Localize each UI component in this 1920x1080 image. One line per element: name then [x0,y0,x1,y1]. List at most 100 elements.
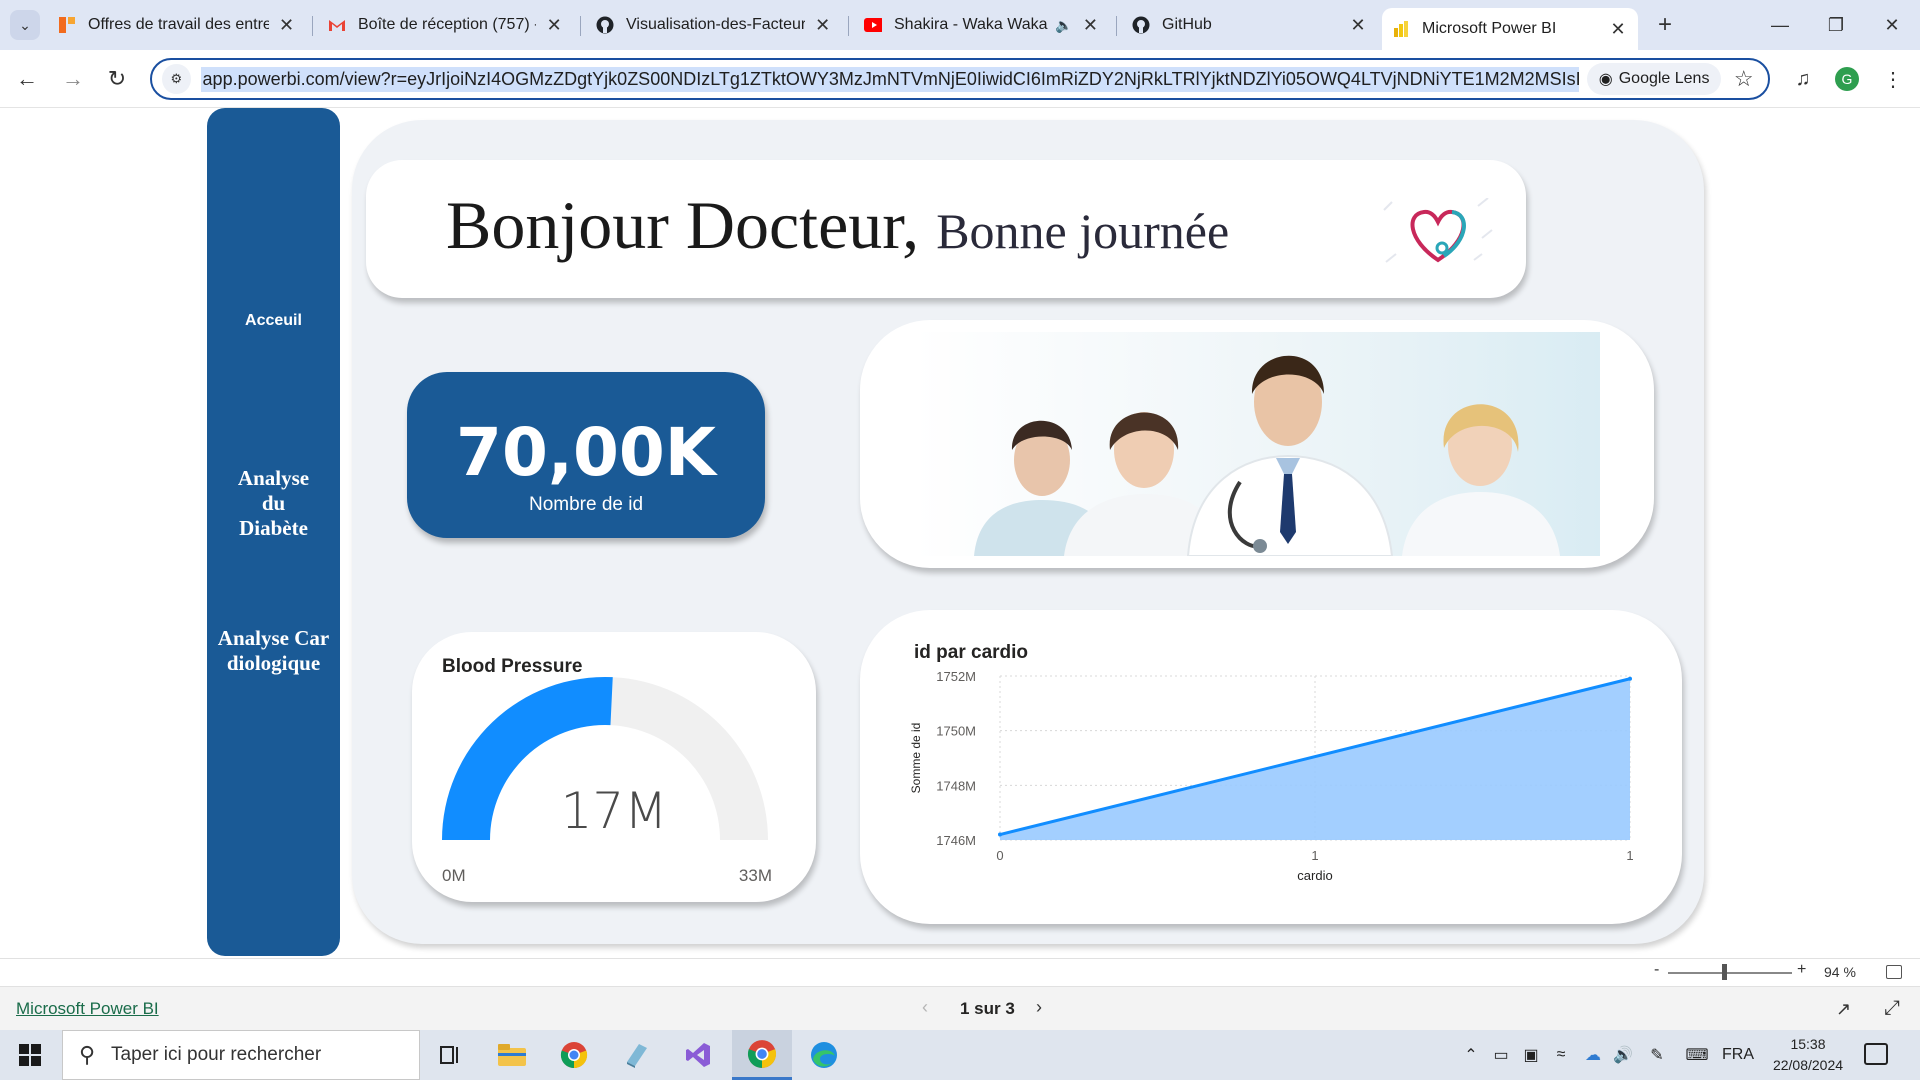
chrome-icon [747,1039,777,1068]
chrome-icon [560,1042,588,1069]
blood-pressure-gauge-card[interactable]: Blood Pressure 17M 0M 33M [412,632,816,902]
profile-button[interactable]: G [1832,64,1862,94]
data-point [1628,676,1632,681]
windows-logo-icon [19,1044,41,1066]
arrow-left-icon: ← [16,66,38,91]
fullscreen-icon[interactable]: ⤢ [1884,997,1900,1020]
bookmark-star-icon[interactable]: ☆ [1729,66,1758,92]
area-chart: 1752M 1750M 1748M 1746M 0 1 1 cardio Somme de id [909,669,1634,883]
close-icon[interactable]: ✕ [1608,19,1628,40]
forward-button[interactable]: → [58,64,88,94]
avatar: G [1835,67,1859,91]
visual-studio-button[interactable] [668,1030,728,1080]
nav-diabetes-button[interactable]: Analyse du Diabète [207,466,340,541]
file-explorer-button[interactable] [482,1030,542,1080]
task-view-button[interactable] [420,1030,480,1080]
volume-icon[interactable]: 🔊 [1610,1030,1636,1080]
minimize-button[interactable]: — [1752,0,1808,50]
chevron-up-icon[interactable]: ⌃ [1460,1030,1482,1080]
report-viewport: Acceuil Analyse du Diabète Analyse Cardi… [0,108,1920,958]
kpi-card[interactable]: 70,00K Nombre de id [407,372,765,538]
y-tick-label: 1746M [936,833,976,848]
url-text[interactable]: app.powerbi.com/view?r=eyJrIjoiNzI4OGMzZ… [200,66,1579,92]
battery-icon[interactable]: ▭ [1488,1030,1514,1080]
notification-icon[interactable] [1864,1043,1888,1065]
close-icon[interactable]: ✕ [813,15,832,36]
browser-tab[interactable]: Visualisation-des-Facteurs- ✕ [586,8,842,42]
close-icon[interactable]: ✕ [1081,15,1100,36]
language-indicator[interactable]: FRA [1718,1030,1758,1080]
close-icon[interactable]: ✕ [1348,15,1368,36]
fit-to-page-icon[interactable] [1886,965,1902,979]
tab-title: Shakira - Waka Waka ( [894,16,1052,33]
tab-separator [1116,16,1117,36]
gauge-value: 17M [560,782,668,840]
media-control-icon[interactable]: ♫ [1788,64,1818,94]
wifi-icon[interactable]: ≈ [1548,1030,1574,1080]
app-button[interactable] [606,1030,666,1080]
tab-title: Visualisation-des-Facteurs- [626,16,806,33]
clock-time: 15:38 [1790,1036,1826,1052]
visual-studio-icon [686,1043,710,1067]
zoom-out-button[interactable]: - [1654,961,1659,979]
taskbar-search-placeholder: Taper ici pour rechercher [111,1044,322,1065]
menu-kebab-icon[interactable]: ⋮ [1878,64,1908,94]
github-icon [1132,16,1150,34]
back-button[interactable]: ← [12,64,42,94]
chevron-left-icon[interactable]: ‹ [922,997,928,1018]
pen-icon[interactable]: ✎ [1642,1030,1672,1080]
tab-title: Offres de travail des entrep [88,16,270,33]
tab-search-button[interactable]: ⌄ [10,10,40,40]
chrome-button[interactable] [544,1030,604,1080]
task-view-icon [440,1046,458,1064]
arrow-right-icon: → [62,66,84,91]
camera-icon[interactable]: ▣ [1518,1030,1544,1080]
tune-icon: ⚙ [170,71,183,86]
chevron-down-icon: ⌄ [19,16,31,33]
new-tab-button[interactable]: + [1650,10,1680,40]
lens-label: Google Lens [1618,70,1710,87]
edge-icon [811,1042,837,1068]
speaker-icon[interactable]: 🔈 [1055,17,1072,34]
onedrive-icon[interactable]: ☁ [1578,1030,1608,1080]
edge-button[interactable] [794,1030,854,1080]
reload-icon: ↻ [107,66,127,91]
browser-tab[interactable]: Shakira - Waka Waka ( 🔈 ✕ [854,8,1110,42]
browser-tab[interactable]: Boîte de réception (757) - ✕ [318,8,574,42]
close-icon[interactable]: ✕ [277,15,296,36]
cardio-chart-card[interactable]: id par cardio 1752M 1750M 1748M 1746M 0 1 1 car… [860,610,1682,924]
y-tick-label: 1752M [936,669,976,684]
chevron-right-icon[interactable]: › [1036,997,1042,1018]
share-icon[interactable]: ↗ [1836,999,1851,1020]
x-axis-label: cardio [1297,868,1332,883]
browser-tab-bar: ⌄ Offres de travail des entrep ✕ Boîte d… [0,0,1920,50]
taskbar-search[interactable]: ⚲ Taper ici pour rechercher [62,1030,420,1080]
nav-home-button[interactable]: Acceuil [207,312,340,330]
taskbar-clock[interactable]: 15:38 22/08/2024 [1762,1034,1854,1076]
window-close-button[interactable]: ✕ [1864,0,1920,50]
google-lens-button[interactable]: ◉ Google Lens [1586,63,1722,95]
zoom-slider-track[interactable] [1668,972,1792,974]
browser-tab-active[interactable]: Microsoft Power BI ✕ [1382,8,1638,50]
zoom-slider-thumb[interactable] [1722,964,1727,980]
youtube-icon [864,16,882,34]
chrome-profile-button[interactable] [732,1030,792,1080]
zoom-in-button[interactable]: + [1797,961,1806,979]
report-footer: Microsoft Power BI ‹ 1 sur 3 › ↗ ⤢ [0,986,1920,1030]
close-icon[interactable]: ✕ [544,15,564,36]
tab-title: Boîte de réception (757) - [358,16,537,33]
windows-start-button[interactable] [0,1030,60,1080]
greeting-sub: Bonne journée [936,203,1230,259]
address-bar[interactable]: ⚙ app.powerbi.com/view?r=eyJrIjoiNzI4OGM… [150,58,1770,100]
zoom-level: 94 % [1824,964,1856,980]
browser-tab[interactable]: GitHub ✕ [1122,8,1378,42]
reload-button[interactable]: ↻ [102,64,132,94]
site-info-button[interactable]: ⚙ [162,64,191,94]
gmail-icon [328,16,346,34]
keyboard-icon[interactable]: ⌨ [1680,1030,1714,1080]
restore-button[interactable]: ❐ [1808,0,1864,50]
browser-tab[interactable]: Offres de travail des entrep ✕ [48,8,306,42]
nav-cardio-button[interactable]: Analyse Cardiologique [207,626,340,676]
report-nav-sidebar: Acceuil Analyse du Diabète Analyse Cardi… [207,108,340,956]
powerbi-link[interactable]: Microsoft Power BI [16,999,159,1019]
